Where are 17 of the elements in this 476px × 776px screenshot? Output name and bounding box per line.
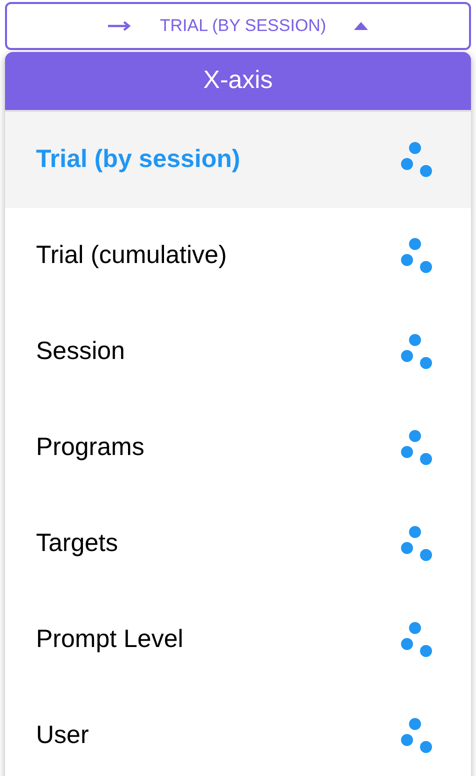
scatter-dots-icon [401, 526, 433, 562]
menu-item[interactable]: Session [5, 304, 471, 400]
scatter-dots-icon [401, 334, 433, 370]
scatter-dots-icon [401, 238, 433, 274]
menu-item[interactable]: User [5, 688, 471, 776]
scatter-dots-icon [401, 142, 433, 178]
caret-up-icon [354, 22, 368, 30]
menu-item[interactable]: Targets [5, 496, 471, 592]
scatter-dots-icon [401, 430, 433, 466]
menu-item[interactable]: Trial (cumulative) [5, 208, 471, 304]
menu-item[interactable]: Prompt Level [5, 592, 471, 688]
axis-dropdown-button[interactable]: TRIAL (BY SESSION) [5, 2, 471, 50]
scatter-dots-icon [401, 622, 433, 658]
menu-title: X-axis [203, 65, 273, 96]
menu-item[interactable]: Programs [5, 400, 471, 496]
arrow-right-icon [108, 20, 132, 32]
scatter-dots-icon [401, 718, 433, 754]
